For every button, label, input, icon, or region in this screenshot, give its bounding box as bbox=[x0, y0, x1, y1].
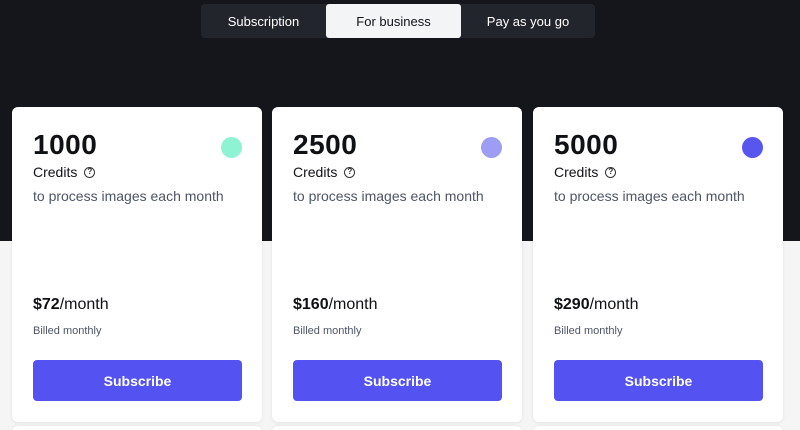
plan-price: $160/month bbox=[293, 296, 378, 314]
question-circle-icon[interactable]: ? bbox=[605, 166, 617, 178]
plan-type-tabs: Subscription For business Pay as you go bbox=[201, 4, 595, 38]
plan-color-dot bbox=[742, 137, 763, 158]
plan-card-2500: 2500 Credits ? to process images each mo… bbox=[272, 107, 522, 422]
next-row-card-edge bbox=[12, 426, 262, 430]
tab-pay-as-you-go[interactable]: Pay as you go bbox=[461, 4, 595, 38]
billing-note: Billed monthly bbox=[33, 325, 102, 337]
subscribe-button[interactable]: Subscribe bbox=[33, 360, 242, 401]
billing-note: Billed monthly bbox=[554, 325, 623, 337]
next-row-card-edge bbox=[533, 426, 783, 430]
plan-description: to process images each month bbox=[293, 188, 484, 204]
plan-price: $72/month bbox=[33, 296, 109, 314]
price-amount: $72 bbox=[33, 296, 60, 313]
price-period: /month bbox=[589, 296, 639, 313]
plan-description: to process images each month bbox=[33, 188, 224, 204]
tab-for-business[interactable]: For business bbox=[326, 4, 461, 38]
subscribe-button[interactable]: Subscribe bbox=[554, 360, 763, 401]
price-period: /month bbox=[59, 296, 109, 313]
credits-label: Credits ? bbox=[33, 164, 96, 180]
subscribe-button[interactable]: Subscribe bbox=[293, 360, 502, 401]
plan-price: $290/month bbox=[554, 296, 639, 314]
tab-subscription[interactable]: Subscription bbox=[201, 4, 326, 38]
plan-card-5000: 5000 Credits ? to process images each mo… bbox=[533, 107, 783, 422]
credits-amount: 1000 bbox=[33, 129, 98, 160]
price-amount: $160 bbox=[293, 296, 329, 313]
credits-label-text: Credits bbox=[33, 164, 78, 180]
next-row-card-edge bbox=[272, 426, 522, 430]
credits-label: Credits ? bbox=[554, 164, 617, 180]
question-circle-icon[interactable]: ? bbox=[84, 166, 96, 178]
plan-description: to process images each month bbox=[554, 188, 745, 204]
credits-amount: 5000 bbox=[554, 129, 619, 160]
credits-label-text: Credits bbox=[554, 164, 599, 180]
price-period: /month bbox=[328, 296, 378, 313]
plan-color-dot bbox=[221, 137, 242, 158]
question-circle-icon[interactable]: ? bbox=[344, 166, 356, 178]
price-amount: $290 bbox=[554, 296, 590, 313]
plan-card-1000: 1000 Credits ? to process images each mo… bbox=[12, 107, 262, 422]
credits-label: Credits ? bbox=[293, 164, 356, 180]
plan-color-dot bbox=[481, 137, 502, 158]
billing-note: Billed monthly bbox=[293, 325, 362, 337]
credits-amount: 2500 bbox=[293, 129, 358, 160]
credits-label-text: Credits bbox=[293, 164, 338, 180]
